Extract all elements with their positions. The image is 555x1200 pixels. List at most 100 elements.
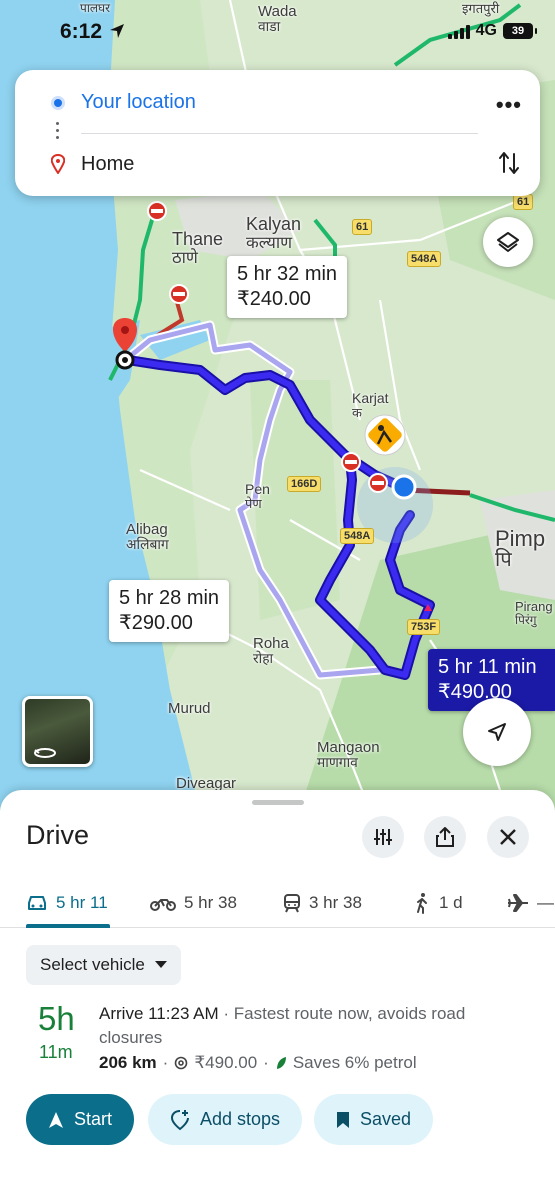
route-duration: 5 hr 28 min bbox=[119, 587, 220, 609]
navigate-arrow-icon bbox=[49, 1111, 63, 1128]
arrival-time: Arrive 11:23 AM bbox=[99, 1004, 219, 1023]
eco-leaf-icon bbox=[276, 1057, 286, 1069]
destination-pin-icon bbox=[51, 154, 65, 174]
share-button[interactable] bbox=[424, 816, 466, 858]
separator: · bbox=[263, 1053, 269, 1072]
tab-walk-label: 1 d bbox=[439, 893, 463, 912]
start-label: Start bbox=[74, 1109, 113, 1129]
street-view-thumbnail[interactable] bbox=[22, 696, 93, 767]
tab-transit[interactable]: 3 hr 38 bbox=[283, 878, 362, 928]
route-meta: 206 km · ₹490.00 · Saves 6% petrol bbox=[99, 1053, 417, 1073]
layers-icon bbox=[497, 232, 519, 252]
place-label-kalyan: Kalyan कल्याण bbox=[246, 214, 302, 252]
place-label-alibag: Alibag अलिबाग bbox=[126, 521, 169, 552]
place-label-igatpuri: इगतपुरी bbox=[462, 1, 500, 16]
place-label-thane: Thane ठाणे bbox=[172, 229, 224, 267]
add-stops-button[interactable]: Add stops bbox=[148, 1094, 303, 1145]
fuel-savings: Saves 6% petrol bbox=[292, 1053, 417, 1072]
tab-two-wheeler-label: 5 hr 38 bbox=[184, 893, 237, 912]
divider bbox=[81, 133, 478, 134]
share-icon bbox=[436, 827, 454, 847]
tab-flight[interactable]: — bbox=[507, 878, 554, 928]
saved-button[interactable]: Saved bbox=[314, 1094, 434, 1145]
motorbike-icon bbox=[150, 899, 176, 911]
add-stops-label: Add stops bbox=[200, 1109, 281, 1129]
sheet-handle[interactable] bbox=[252, 800, 304, 805]
route-toll: ₹290.00 bbox=[119, 612, 193, 634]
signal-icon bbox=[447, 23, 470, 39]
sliders-icon bbox=[374, 829, 392, 845]
highway-shield: 548A bbox=[407, 251, 442, 267]
network-type: 4G bbox=[475, 22, 497, 39]
route-duration: 5 hr 32 min bbox=[237, 263, 338, 285]
place-label-karjat: Karjat क bbox=[352, 390, 389, 420]
route-duration: 5 hr 11 min bbox=[438, 656, 537, 678]
more-options-icon[interactable]: ••• bbox=[496, 92, 522, 118]
location-arrow-icon bbox=[109, 24, 124, 38]
status-indicators: 4G 39 bbox=[447, 22, 537, 40]
route-callout-alt-1[interactable]: 5 hr 32 min ₹240.00 bbox=[227, 256, 348, 318]
highway-shield: 548A bbox=[340, 528, 375, 544]
place-label-murud: Murud bbox=[168, 700, 211, 717]
construction-icon bbox=[364, 414, 406, 456]
select-vehicle-label: Select vehicle bbox=[40, 955, 145, 974]
directions-sheet: Drive 5 hr 11 5 hr 38 3 hr 38 1 d — Sele… bbox=[0, 790, 555, 1200]
place-label-pirangut: Pirang पिरंगु bbox=[515, 599, 553, 627]
select-vehicle-dropdown[interactable]: Select vehicle bbox=[26, 945, 181, 985]
duration-minutes: 11m bbox=[39, 1042, 73, 1062]
close-button[interactable] bbox=[487, 816, 529, 858]
place-label-pen: Pen पेण bbox=[245, 481, 270, 511]
recenter-button[interactable] bbox=[463, 698, 531, 766]
route-distance: 206 km bbox=[99, 1053, 157, 1072]
rotate-360-icon bbox=[34, 748, 56, 758]
tab-drive-label: 5 hr 11 bbox=[56, 893, 108, 912]
place-label-pimpri: Pimp पि bbox=[495, 526, 546, 572]
status-time: 6:12 bbox=[60, 20, 126, 44]
highway-shield: 753F bbox=[407, 619, 441, 635]
duration-hours: 5h bbox=[38, 1000, 75, 1037]
tab-walk[interactable]: 1 d bbox=[413, 878, 463, 928]
toll-cost: ₹490.00 bbox=[194, 1053, 258, 1072]
add-location-icon bbox=[170, 1109, 189, 1130]
highway-shield: 166D bbox=[287, 476, 322, 492]
tab-flight-label: — bbox=[537, 893, 554, 912]
tab-transit-label: 3 hr 38 bbox=[309, 893, 362, 912]
train-icon bbox=[284, 894, 300, 913]
bookmark-icon bbox=[337, 1111, 349, 1128]
route-summary[interactable]: Arrive 11:23 AM · Fastest route now, avo… bbox=[99, 1002, 519, 1050]
battery-icon: 39 bbox=[503, 23, 537, 39]
route-options-button[interactable] bbox=[362, 816, 404, 858]
navigation-arrow-icon bbox=[488, 723, 506, 741]
origin-dot-icon bbox=[51, 96, 65, 110]
start-button[interactable]: Start bbox=[26, 1094, 135, 1145]
layers-button[interactable] bbox=[483, 217, 533, 267]
active-tab-indicator bbox=[26, 924, 110, 928]
place-label-roha: Roha रोहा bbox=[253, 635, 289, 666]
map-view[interactable]: Wada वाडा पालघर इगतपुरी Thane ठाणे Kalyan क… bbox=[0, 0, 555, 810]
tab-drive[interactable]: 5 hr 11 bbox=[26, 878, 108, 928]
close-icon bbox=[500, 829, 516, 845]
separator: · bbox=[162, 1053, 169, 1072]
destination-field[interactable]: Home bbox=[81, 153, 134, 176]
walk-icon bbox=[417, 893, 427, 914]
swap-icon[interactable] bbox=[498, 150, 520, 176]
place-label-palghar: पालघर bbox=[80, 1, 111, 15]
origin-field[interactable]: Your location bbox=[81, 91, 196, 114]
route-input-card: Your location Home ••• bbox=[15, 70, 540, 196]
travel-mode-tabs: 5 hr 11 5 hr 38 3 hr 38 1 d — bbox=[0, 878, 555, 928]
route-callout-alt-2[interactable]: 5 hr 28 min ₹290.00 bbox=[109, 580, 230, 642]
current-location-dot bbox=[391, 474, 417, 500]
highway-shield: 61 bbox=[513, 194, 534, 210]
car-icon bbox=[28, 896, 46, 910]
highway-shield: 61 bbox=[352, 219, 373, 235]
sheet-title: Drive bbox=[26, 820, 90, 850]
saved-label: Saved bbox=[360, 1109, 412, 1129]
route-toll: ₹240.00 bbox=[237, 288, 311, 310]
place-label-mangaon: Mangaon माणगाव bbox=[317, 739, 380, 770]
route-connector-icon bbox=[56, 122, 59, 139]
flight-icon bbox=[508, 894, 528, 912]
place-label-wada: Wada वाडा bbox=[258, 3, 297, 34]
dropdown-arrow-icon bbox=[154, 961, 167, 968]
tab-two-wheeler[interactable]: 5 hr 38 bbox=[150, 878, 237, 928]
toll-icon bbox=[175, 1056, 188, 1070]
